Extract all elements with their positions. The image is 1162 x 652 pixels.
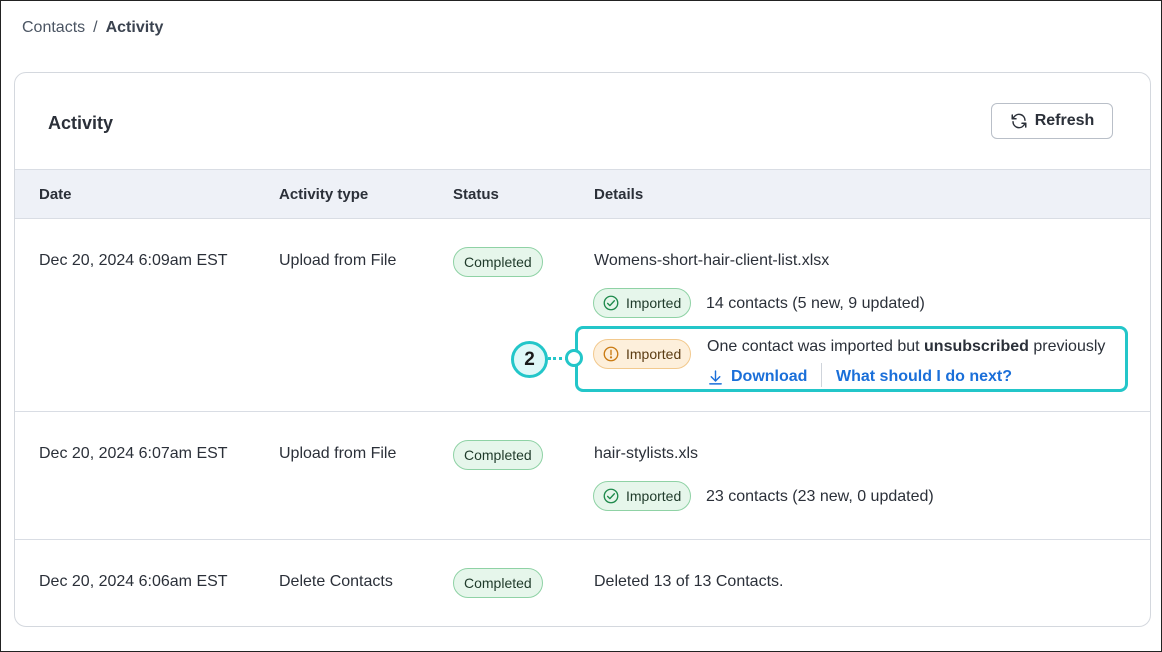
status-badge: Completed	[453, 568, 543, 598]
imported-badge: Imported	[593, 288, 692, 318]
window-frame: Contacts / Activity Activity Refresh Date …	[0, 0, 1162, 652]
status-badge: Completed	[453, 247, 543, 277]
check-circle-icon	[603, 295, 619, 311]
header-activity-type: Activity type	[279, 186, 369, 203]
header-date: Date	[39, 186, 72, 203]
breadcrumb-separator: /	[93, 19, 98, 36]
callout-anchor-dot	[565, 349, 583, 367]
table-row: Dec 20, 2024 6:06am EST Delete Contacts …	[15, 540, 1150, 626]
callout-highlight-box	[575, 326, 1128, 392]
row-activity-type: Delete Contacts	[279, 573, 393, 590]
imported-badge: Imported	[593, 481, 692, 511]
check-circle-icon	[603, 488, 619, 504]
imported-badge-label: Imported	[626, 488, 682, 504]
refresh-label: Refresh	[1034, 112, 1095, 129]
breadcrumb: Contacts / Activity	[22, 19, 163, 37]
callout-number-badge: 2	[511, 341, 548, 378]
breadcrumb-contacts-link[interactable]: Contacts	[22, 19, 85, 36]
row-activity-type: Upload from File	[279, 252, 397, 269]
file-name: hair-stylists.xls	[594, 445, 699, 462]
breadcrumb-current: Activity	[105, 19, 164, 36]
header-details: Details	[594, 186, 644, 203]
row-date: Dec 20, 2024 6:07am EST	[39, 445, 228, 462]
table-row: Dec 20, 2024 6:07am EST Upload from File…	[15, 412, 1150, 540]
imported-badge-label: Imported	[626, 295, 682, 311]
refresh-icon	[1011, 113, 1027, 129]
row-activity-type: Upload from File	[279, 445, 397, 462]
file-name: Womens-short-hair-client-list.xlsx	[594, 252, 830, 269]
table-header: Date Activity type Status Details	[15, 169, 1150, 219]
imported-summary: 23 contacts (23 new, 0 updated)	[706, 488, 934, 505]
row-date: Dec 20, 2024 6:06am EST	[39, 573, 228, 590]
refresh-button[interactable]: Refresh	[991, 103, 1113, 139]
header-status: Status	[453, 186, 499, 203]
status-badge: Completed	[453, 440, 543, 470]
page-title: Activity	[48, 113, 114, 133]
row-date: Dec 20, 2024 6:09am EST	[39, 252, 228, 269]
imported-summary: 14 contacts (5 new, 9 updated)	[706, 295, 925, 312]
row-details: Deleted 13 of 13 Contacts.	[594, 573, 784, 590]
